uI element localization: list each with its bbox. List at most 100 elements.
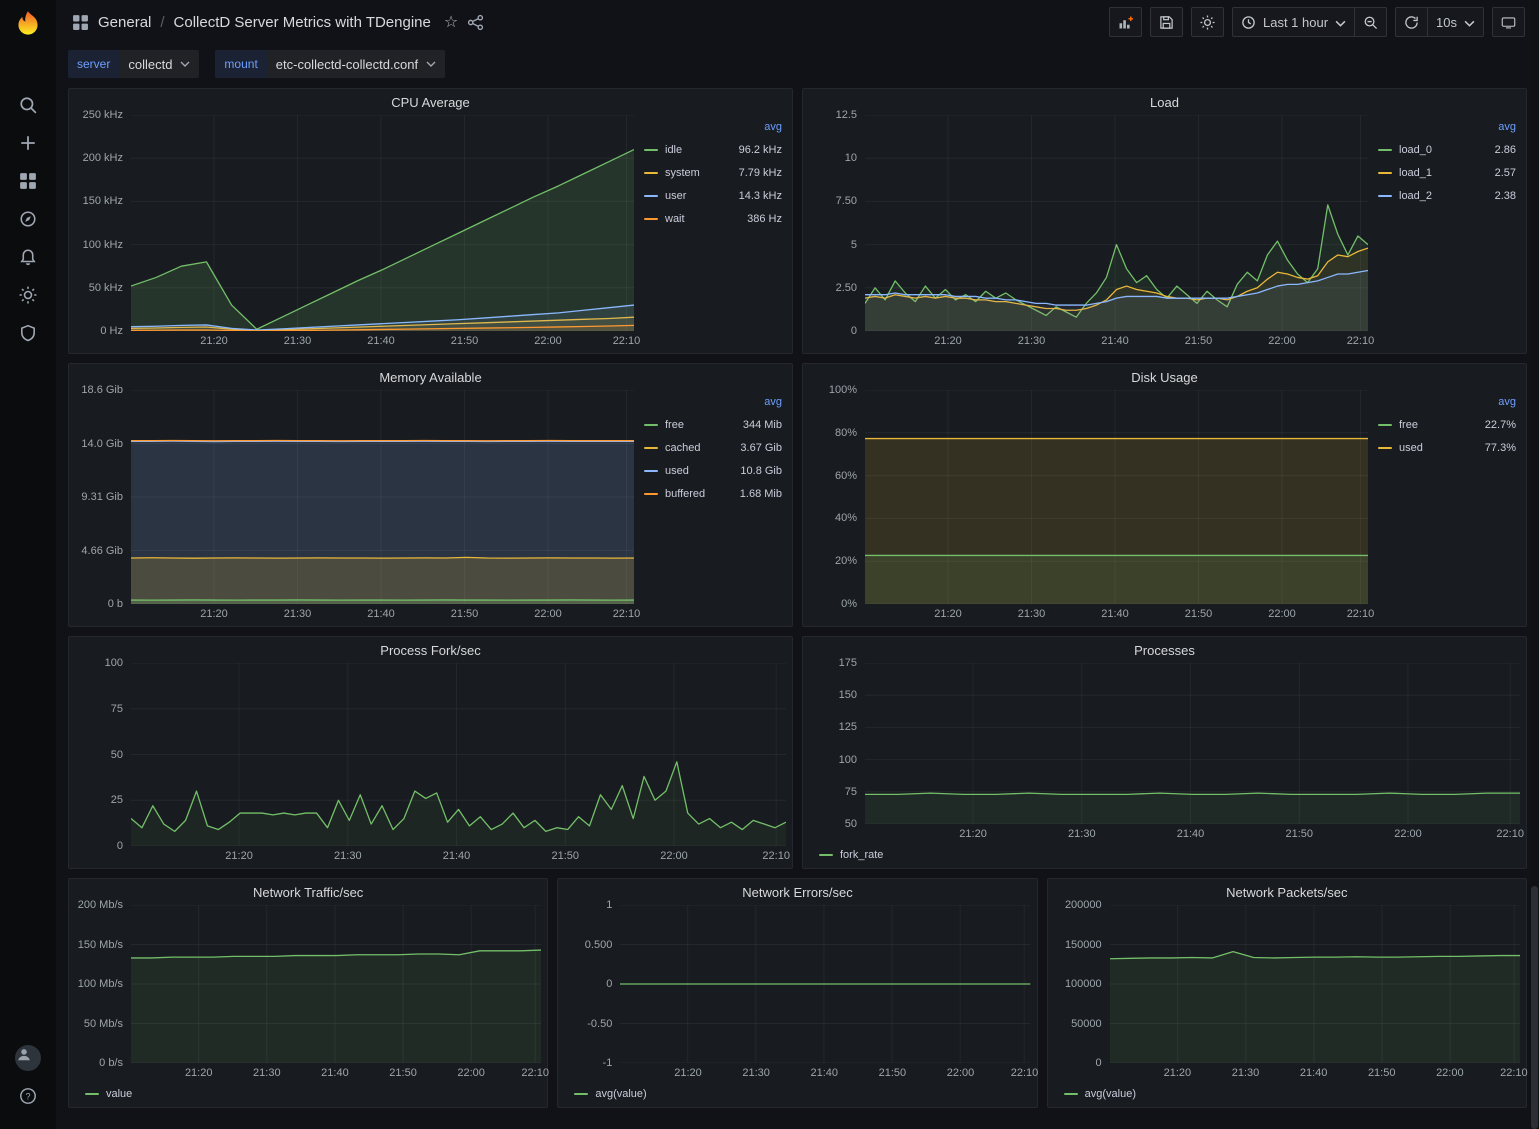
cycle-view-button[interactable] <box>1492 7 1525 37</box>
legend-series-name[interactable]: avg(value) <box>1085 1088 1136 1100</box>
chart-plot[interactable] <box>620 905 1030 1063</box>
legend-item: avg(value) <box>574 1083 646 1106</box>
chart-area: 0 Hz50 kHz100 kHz150 kHz200 kHz250 kHz21… <box>75 115 634 351</box>
legend-series-name[interactable]: wait <box>665 213 685 225</box>
dashboard-settings-button[interactable] <box>1191 7 1224 37</box>
variable-value-dropdown[interactable]: collectd <box>119 50 199 78</box>
server-admin-shield-icon[interactable] <box>6 314 50 352</box>
legend-series-avg: 77.3% <box>1485 442 1516 454</box>
legend-series-avg: 2.38 <box>1495 190 1516 202</box>
refresh-button[interactable] <box>1395 7 1428 37</box>
legend-series-name[interactable]: fork_rate <box>840 849 883 861</box>
chart-plot[interactable] <box>131 115 634 331</box>
dashboards-icon[interactable] <box>6 162 50 200</box>
panel-header[interactable]: Processes <box>809 637 1520 663</box>
series-color-swatch[interactable] <box>644 470 658 472</box>
x-axis-label: 22:10 <box>613 335 641 347</box>
series-color-swatch[interactable] <box>85 1093 99 1095</box>
explore-compass-icon[interactable] <box>6 200 50 238</box>
panel-header[interactable]: Disk Usage <box>809 364 1520 390</box>
series-color-swatch[interactable] <box>1378 149 1392 151</box>
legend-series-avg: 386 Hz <box>747 213 782 225</box>
legend-series-name[interactable]: buffered <box>665 488 705 500</box>
legend-series-name[interactable]: load_0 <box>1399 144 1432 156</box>
panel-header[interactable]: Memory Available <box>75 364 786 390</box>
variable-value-dropdown[interactable]: etc-collectd-collectd.conf <box>267 50 445 78</box>
top-nav: General / CollectD Server Metrics with T… <box>56 0 1539 44</box>
legend-series-name[interactable]: idle <box>665 144 682 156</box>
panel-title: Disk Usage <box>1131 370 1197 385</box>
chart-plot[interactable] <box>865 115 1368 331</box>
scrollbar-thumb[interactable] <box>1531 886 1538 1129</box>
chart-plot[interactable] <box>131 905 541 1063</box>
legend-series-name[interactable]: load_2 <box>1399 190 1432 202</box>
refresh-interval-picker[interactable]: 10s <box>1428 7 1484 37</box>
chart-plot[interactable] <box>865 390 1368 604</box>
zoom-out-button[interactable] <box>1355 7 1387 37</box>
series-color-swatch[interactable] <box>644 172 658 174</box>
alerting-bell-icon[interactable] <box>6 238 50 276</box>
x-axis-label: 22:00 <box>1436 1067 1464 1079</box>
legend-series-name[interactable]: value <box>106 1088 132 1100</box>
series-color-swatch[interactable] <box>1378 172 1392 174</box>
chevron-down-icon <box>426 61 436 67</box>
help-icon[interactable]: ? <box>6 1077 50 1115</box>
time-range-picker[interactable]: Last 1 hour <box>1232 7 1355 37</box>
x-axis-label: 22:10 <box>1347 335 1375 347</box>
add-panel-button[interactable] <box>1109 7 1142 37</box>
chart-plot[interactable] <box>131 390 634 604</box>
chart-plot[interactable] <box>1110 905 1520 1063</box>
panel-header[interactable]: Network Packets/sec <box>1054 879 1520 905</box>
scrollbar-track[interactable] <box>1530 0 1539 1129</box>
chart-plot[interactable] <box>131 663 786 846</box>
panel-header[interactable]: Process Fork/sec <box>75 637 786 663</box>
series-color-swatch[interactable] <box>644 195 658 197</box>
series-color-swatch[interactable] <box>819 854 833 856</box>
series-color-swatch[interactable] <box>1378 424 1392 426</box>
configuration-gear-icon[interactable] <box>6 276 50 314</box>
series-color-swatch[interactable] <box>644 447 658 449</box>
create-plus-icon[interactable] <box>6 124 50 162</box>
legend-series-name[interactable]: load_1 <box>1399 167 1432 179</box>
series-color-swatch[interactable] <box>644 149 658 151</box>
x-axis-label: 21:50 <box>1285 828 1313 840</box>
star-icon[interactable]: ☆ <box>444 12 458 32</box>
variable-mount[interactable]: mount etc-collectd-collectd.conf <box>215 50 445 78</box>
legend-series-name[interactable]: cached <box>665 442 700 454</box>
breadcrumb-section[interactable]: General <box>98 14 151 31</box>
panel-header[interactable]: Network Traffic/sec <box>75 879 541 905</box>
series-color-swatch[interactable] <box>1064 1093 1078 1095</box>
y-axis-label: 100% <box>829 384 857 396</box>
legend-series-name[interactable]: avg(value) <box>595 1088 646 1100</box>
panel-header[interactable]: CPU Average <box>75 89 786 115</box>
legend-series-name[interactable]: user <box>665 190 686 202</box>
panel-header[interactable]: Network Errors/sec <box>564 879 1030 905</box>
series-color-swatch[interactable] <box>644 218 658 220</box>
user-avatar[interactable] <box>6 1039 50 1077</box>
series-color-swatch[interactable] <box>574 1093 588 1095</box>
search-icon[interactable] <box>6 86 50 124</box>
y-axis-label: 0.500 <box>585 939 613 951</box>
y-axis-label: 100 <box>105 657 123 669</box>
variable-server[interactable]: server collectd <box>68 50 199 78</box>
save-dashboard-button[interactable] <box>1150 7 1183 37</box>
y-axis-label: 40% <box>835 512 857 524</box>
series-color-swatch[interactable] <box>1378 195 1392 197</box>
series-color-swatch[interactable] <box>644 493 658 495</box>
chart-plot[interactable] <box>865 663 1520 824</box>
y-axis-label: 200 kHz <box>83 152 123 164</box>
legend-series-name[interactable]: system <box>665 167 700 179</box>
dashboards-grid-icon <box>72 14 89 31</box>
legend-series-name[interactable]: used <box>1399 442 1423 454</box>
series-color-swatch[interactable] <box>644 424 658 426</box>
legend-series-name[interactable]: free <box>1399 419 1418 431</box>
chart-area: 02.5057.501012.521:2021:3021:4021:5022:0… <box>809 115 1368 351</box>
series-color-swatch[interactable] <box>1378 447 1392 449</box>
grafana-logo[interactable] <box>11 8 45 42</box>
legend-series-name[interactable]: used <box>665 465 689 477</box>
legend-series-name[interactable]: free <box>665 419 684 431</box>
legend: avgfree22.7%used77.3% <box>1368 390 1520 624</box>
chevron-down-icon <box>180 61 190 67</box>
share-icon[interactable] <box>467 14 484 31</box>
panel-header[interactable]: Load <box>809 89 1520 115</box>
